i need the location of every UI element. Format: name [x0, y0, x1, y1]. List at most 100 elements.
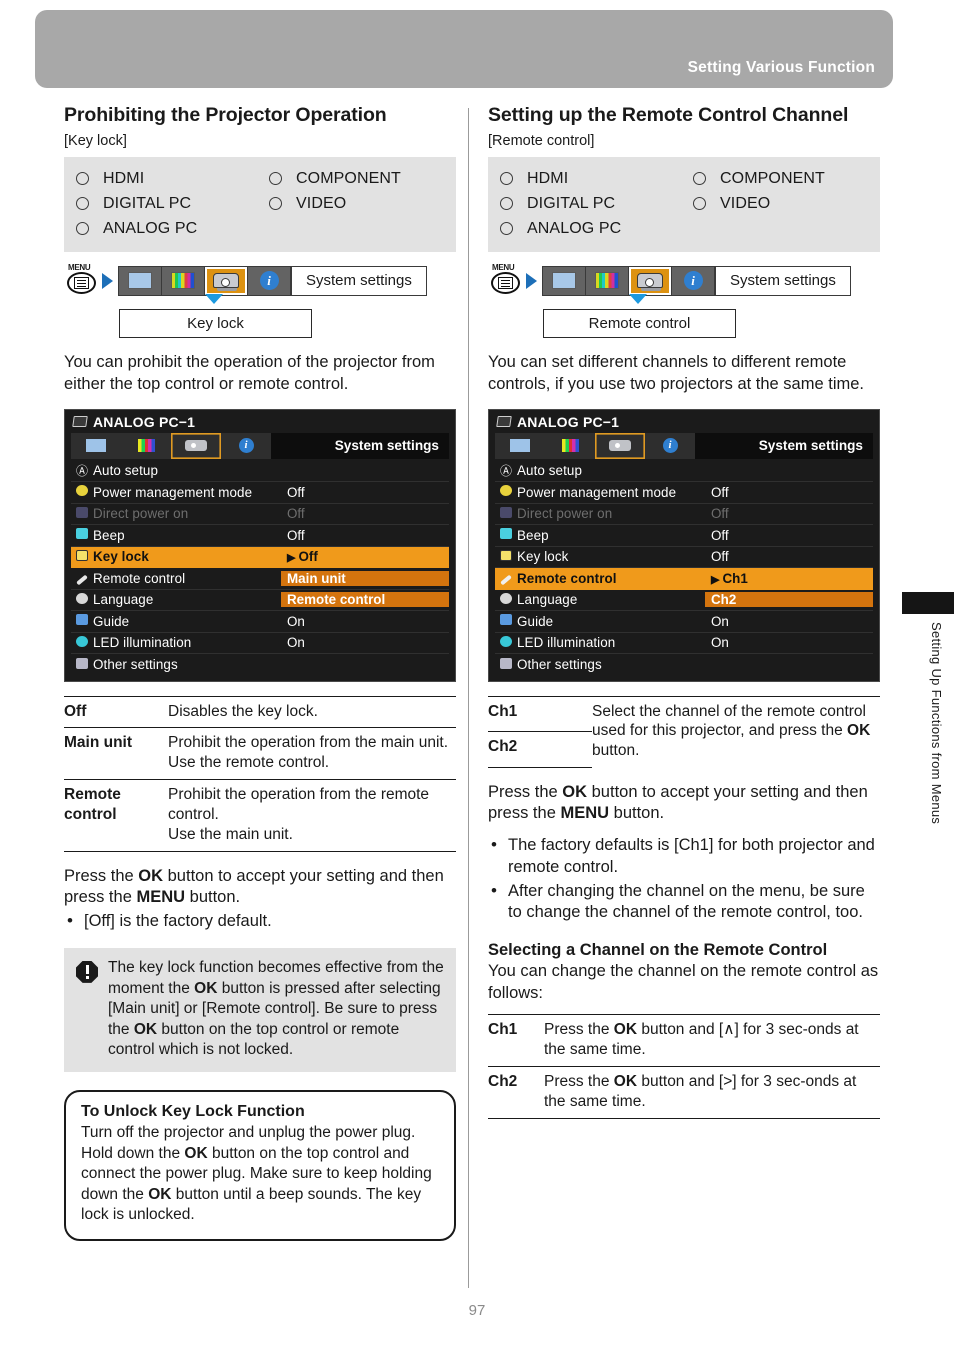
tab-display-settings[interactable]: [586, 266, 629, 295]
left-inputs-col-1: HDMI DIGITAL PC ANALOG PC: [76, 166, 261, 241]
osd-tab-system[interactable]: [595, 433, 645, 459]
osd-system-settings-label: System settings: [695, 432, 873, 459]
projector-icon: [609, 440, 631, 452]
input-row: HDMI: [500, 166, 685, 191]
table-term: Ch1: [488, 695, 592, 733]
ok-keyword: OK: [133, 1020, 158, 1038]
tab-information[interactable]: i: [248, 266, 291, 295]
osd-tab-info[interactable]: i: [645, 433, 695, 459]
tab-system-settings[interactable]: [629, 266, 672, 295]
osd-tab-system[interactable]: [171, 433, 221, 459]
tab-display-settings[interactable]: [162, 266, 205, 295]
auto-setup-icon: Ⓐ: [75, 464, 88, 479]
table-desc: Select the channel of the remote control…: [592, 695, 880, 768]
input-row: VIDEO: [269, 191, 446, 216]
osd-row[interactable]: Guide On: [71, 611, 449, 633]
pc-source-icon: [496, 416, 512, 428]
right-inputs-col-2: COMPONENT VIDEO: [685, 166, 870, 241]
chevron-down-icon: [205, 294, 223, 305]
osd-row-option[interactable]: Remote control Main unit: [71, 568, 449, 590]
tab-image-adjust[interactable]: [119, 266, 162, 295]
tab-information[interactable]: i: [672, 266, 715, 295]
info-icon: i: [662, 438, 678, 454]
right-osd-screenshot: ANALOG PC−1 i System settings Ⓐ Auto set…: [488, 408, 880, 682]
left-column: Prohibiting the Projector Operation [Key…: [64, 104, 456, 1242]
osd-row[interactable]: Other settings: [71, 654, 449, 676]
menu-button-ring: [491, 272, 520, 295]
left-section-title: Prohibiting the Projector Operation: [64, 104, 387, 126]
screen-icon: [86, 439, 106, 453]
osd-row[interactable]: Ⓐ Auto setup: [71, 461, 449, 483]
tab-image-adjust[interactable]: [543, 266, 586, 295]
osd-row[interactable]: Beep Off: [71, 525, 449, 547]
menu-keyword: MENU: [560, 804, 610, 823]
color-bars-icon: [171, 272, 195, 290]
osd-option-value[interactable]: Main unit: [281, 570, 449, 586]
input-row: VIDEO: [693, 191, 870, 216]
input-label: VIDEO: [296, 194, 347, 212]
right-bullet-list: The factory defaults is [Ch1] for both p…: [488, 834, 880, 925]
osd-row-selected[interactable]: Remote control ▶ Ch1: [495, 568, 873, 590]
table-term: Remote control: [64, 779, 168, 852]
osd-row-label: Guide: [517, 613, 554, 629]
tipbox-text: Turn off the projector and unplug the po…: [81, 1123, 432, 1224]
right-inputs-col-1: HDMI DIGITAL PC ANALOG PC: [500, 166, 685, 241]
input-label: HDMI: [527, 169, 569, 187]
osd-tab-display[interactable]: [545, 433, 595, 459]
right-section-subtitle: [Remote control]: [488, 133, 595, 149]
chevron-down-icon: [629, 294, 647, 305]
osd-row[interactable]: Beep Off: [495, 525, 873, 547]
right-subsection-intro: You can change the channel on the remote…: [488, 961, 879, 1002]
osd-option-value[interactable]: Remote control: [281, 592, 449, 608]
list-item: After changing the channel on the menu, …: [488, 880, 880, 925]
osd-tab-image[interactable]: [71, 433, 121, 459]
input-label: COMPONENT: [720, 169, 825, 187]
osd-row[interactable]: Power management mode Off: [71, 482, 449, 504]
osd-tab-display[interactable]: [121, 433, 171, 459]
menu-lines-icon: [74, 277, 89, 290]
speaker-icon: [71, 528, 93, 542]
lock-icon: [495, 549, 517, 564]
osd-row-selected[interactable]: Key lock ▶ Off: [71, 546, 449, 569]
osd-row-option[interactable]: Language Remote control: [71, 590, 449, 612]
osd-row-value: ▶ Off: [287, 549, 318, 565]
osd-row[interactable]: Ⓐ Auto setup: [495, 461, 873, 483]
osd-option-value[interactable]: Ch2: [705, 592, 873, 608]
left-unlock-tipbox: To Unlock Key Lock Function Turn off the…: [64, 1089, 456, 1242]
projector-icon: [213, 273, 239, 292]
book-icon: [71, 614, 93, 628]
other-settings-icon: [71, 657, 93, 672]
input-row: DIGITAL PC: [500, 191, 685, 216]
tipbox-title: To Unlock Key Lock Function: [81, 1102, 305, 1120]
right-intro-text: You can set different channels to differ…: [488, 353, 864, 393]
osd-row[interactable]: Other settings: [495, 654, 873, 676]
book-icon: [495, 614, 517, 628]
osd-row-value: Off: [287, 484, 305, 500]
right-remote-channel-table: Ch1 Press the OK button and [∧] for 3 se…: [488, 1014, 880, 1119]
table-desc: Prohibit the operation from the main uni…: [168, 727, 456, 780]
osd-row-label: Guide: [93, 613, 130, 629]
pc-source-icon: [72, 416, 88, 428]
osd-tab-image[interactable]: [495, 433, 545, 459]
osd-row-label: LED illumination: [93, 635, 192, 651]
osd-tabbar: i System settings: [495, 432, 873, 459]
osd-tab-info[interactable]: i: [221, 433, 271, 459]
page-header-band: Setting Various Function: [35, 10, 893, 88]
osd-row[interactable]: Key lock Off: [495, 547, 873, 569]
osd-row[interactable]: Guide On: [495, 611, 873, 633]
menu-button-icon: MENU: [488, 263, 523, 297]
osd-source-label: ANALOG PC−1: [93, 413, 196, 430]
ok-keyword: OK: [562, 782, 588, 801]
right-channel-table: Ch1 Select the channel of the remote con…: [488, 695, 880, 768]
tab-system-settings[interactable]: [205, 266, 248, 295]
menu-button-label: MENU: [68, 263, 91, 273]
osd-row-option[interactable]: Language Ch2: [495, 590, 873, 612]
osd-row[interactable]: LED illumination On: [71, 633, 449, 655]
osd-row[interactable]: LED illumination On: [495, 633, 873, 655]
osd-row[interactable]: Power management mode Off: [495, 482, 873, 504]
auto-setup-icon: Ⓐ: [499, 464, 512, 479]
power-grid-icon: [71, 506, 93, 521]
osd-row-label: Auto setup: [93, 463, 159, 479]
input-label: COMPONENT: [296, 169, 401, 187]
table-desc: Prohibit the operation from the remote c…: [168, 779, 456, 852]
